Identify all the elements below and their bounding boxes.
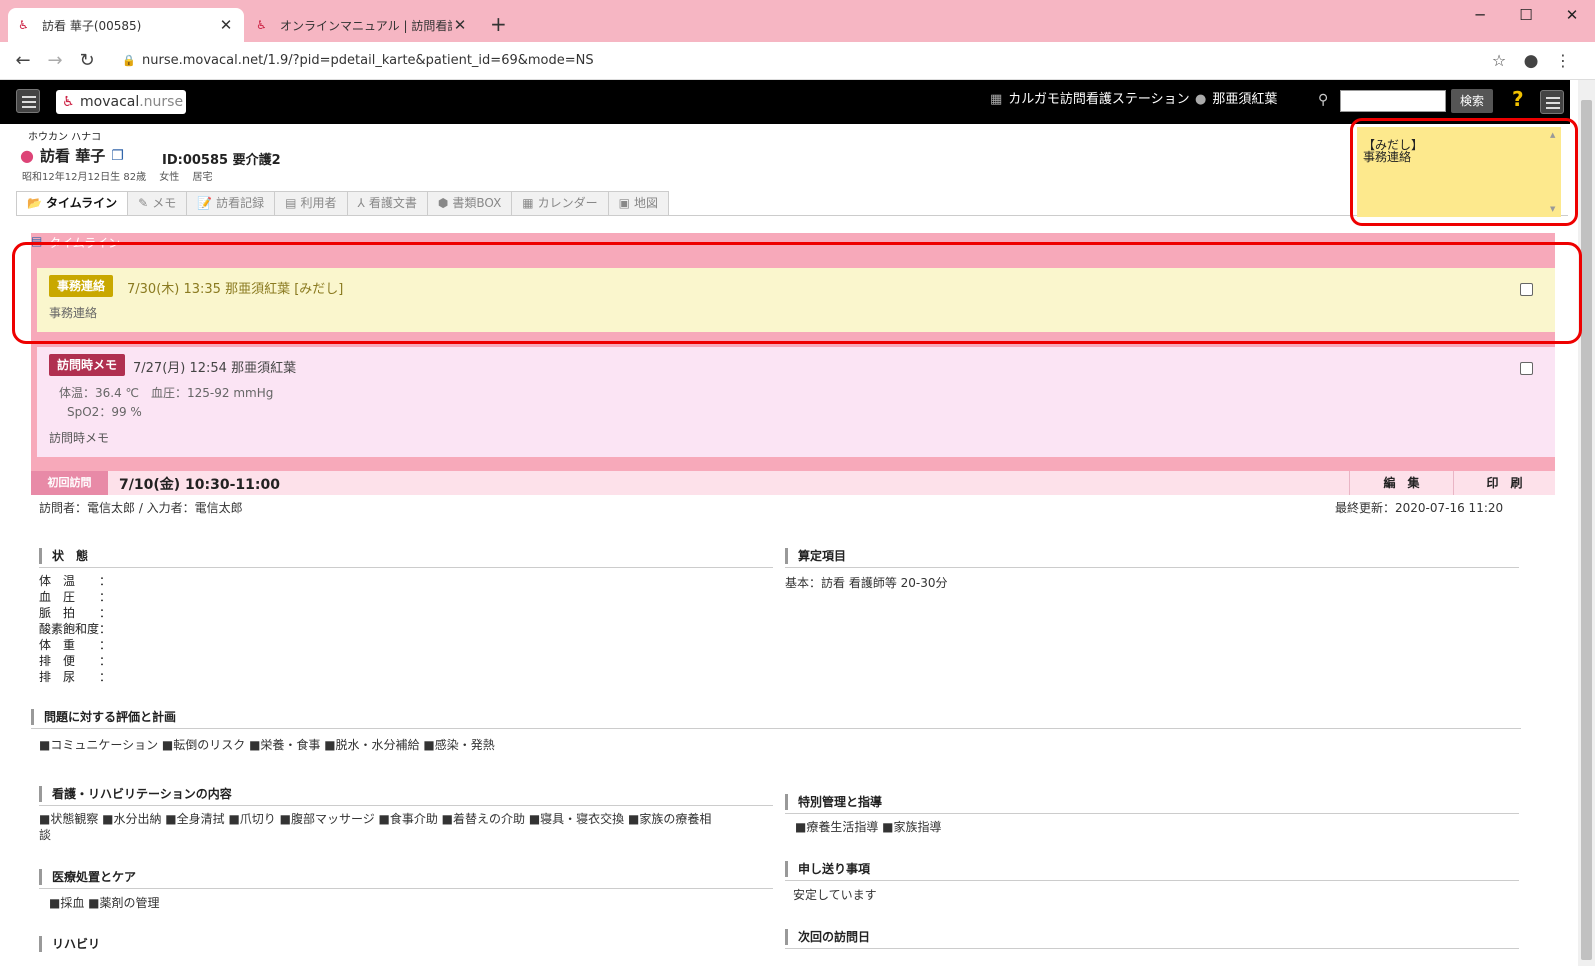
close-icon[interactable]: ✕ bbox=[218, 16, 234, 34]
address-bar-row: ← → ↻ 🔒 nurse.movacal.net/1.9/?pid=pdeta… bbox=[0, 42, 1595, 80]
card-checkbox[interactable] bbox=[1520, 362, 1533, 375]
favicon-icon: ♿ bbox=[256, 18, 267, 32]
app-logo[interactable]: ♿ movacal.nurse bbox=[56, 90, 186, 114]
building-icon: ▦ bbox=[990, 92, 1003, 107]
edit-button[interactable]: 編 集 bbox=[1349, 471, 1453, 495]
logo-icon: ♿ bbox=[62, 94, 75, 110]
help-icon[interactable]: ? bbox=[1512, 87, 1524, 111]
staff-name[interactable]: ● 那亜須紅葉 bbox=[1195, 80, 1277, 120]
browser-tab-manual[interactable]: ♿ オンラインマニュアル | 訪問看護対応 ✕ bbox=[246, 8, 478, 42]
reload-icon[interactable]: ↻ bbox=[76, 50, 98, 72]
lock-icon: 🔒 bbox=[122, 54, 136, 67]
tab-user[interactable]: ▤ 利用者 bbox=[274, 191, 348, 215]
main-menu-icon[interactable] bbox=[16, 89, 40, 113]
search-button[interactable]: 検索 bbox=[1451, 89, 1493, 113]
card-header: 7/27(月) 12:54 那亜須紅葉 bbox=[133, 361, 297, 376]
tab-divider bbox=[16, 215, 1568, 216]
tab-timeline[interactable]: 📂 タイムライン bbox=[16, 191, 129, 215]
app-header: ♿ movacal.nurse ▦ カルガモ訪問看護ステーション ● 那亜須紅葉 ⚲… bbox=[0, 80, 1570, 124]
tab-docs-box[interactable]: ⬢ 書類BOX bbox=[426, 191, 513, 215]
favicon-icon: ♿ bbox=[18, 18, 29, 32]
section-title-rehab: リハビリ bbox=[39, 936, 100, 952]
section-title-evaluation: 問題に対する評価と計画 bbox=[31, 709, 176, 725]
medical-value: ■採血 ■薬剤の管理 bbox=[49, 896, 160, 910]
patient-meta: 昭和12年12月12日生 82歳 女性 居宅 bbox=[22, 172, 213, 183]
browser-tab-patient[interactable]: ♿ 訪看 華子(00585) ✕ bbox=[8, 8, 244, 42]
last-updated: 最終更新：2020-07-16 11:20 bbox=[1335, 501, 1504, 515]
patient-icon: ● bbox=[20, 146, 34, 165]
care-value: ■状態観察 ■水分出納 ■全身清拭 ■爪切り ■腹部マッサージ ■食事介助 ■着… bbox=[39, 812, 712, 826]
section-title-status: 状 態 bbox=[39, 548, 88, 564]
tab-map[interactable]: ▣ 地図 bbox=[607, 191, 670, 215]
special-value: ■療養生活指導 ■家族指導 bbox=[795, 820, 942, 834]
pdf-icon: ⅄ bbox=[357, 196, 365, 210]
station-name[interactable]: ▦ カルガモ訪問看護ステーション bbox=[990, 80, 1190, 120]
section-title-next-visit: 次回の訪問日 bbox=[785, 929, 870, 945]
section-title-special: 特別管理と指導 bbox=[785, 794, 882, 810]
highlight-frame bbox=[1350, 118, 1578, 226]
vitals-line: 体温：36.4 ℃ 血圧：125-92 mmHg bbox=[59, 386, 274, 400]
patient-id: ID:00585 要介護2 bbox=[162, 153, 281, 168]
tab-calendar[interactable]: ▦ カレンダー bbox=[511, 191, 609, 215]
browser-tab-bar: ♿ 訪看 華子(00585) ✕ ♿ オンラインマニュアル | 訪問看護対応 ✕… bbox=[0, 0, 1595, 42]
user-icon: ● bbox=[1195, 92, 1207, 107]
care-value-cont: 談 bbox=[39, 828, 52, 842]
page-scrollbar[interactable] bbox=[1578, 80, 1595, 966]
close-window-button[interactable]: ✕ bbox=[1549, 0, 1595, 30]
search-icon: ⚲ bbox=[1318, 92, 1329, 108]
url-field[interactable]: 🔒 nurse.movacal.net/1.9/?pid=pdetail_kar… bbox=[114, 48, 1504, 74]
profile-icon[interactable]: ● bbox=[1520, 50, 1542, 72]
back-arrow-icon[interactable]: ← bbox=[12, 50, 34, 72]
print-button[interactable]: 印 刷 bbox=[1453, 471, 1555, 495]
handover-value: 安定しています bbox=[793, 888, 877, 902]
highlight-frame bbox=[12, 242, 1582, 344]
tab-visit-record[interactable]: 📝 訪看記録 bbox=[186, 191, 276, 215]
patient-name: ● 訪看 華子 ❐ bbox=[20, 146, 124, 165]
section-title-calc: 算定項目 bbox=[785, 548, 846, 564]
box-icon: ⬢ bbox=[437, 196, 449, 210]
section-title-handover: 申し送り事項 bbox=[785, 861, 870, 877]
forward-arrow-icon[interactable]: → bbox=[44, 50, 66, 72]
tab-memo[interactable]: ✎ メモ bbox=[127, 191, 188, 215]
record-tabs: 📂 タイムライン ✎ メモ 📝 訪看記録 ▤ 利用者 ⅄ 看護文書 ⬢ 書類BOX ▦ カレン… bbox=[16, 191, 670, 215]
star-icon[interactable]: ☆ bbox=[1488, 50, 1510, 72]
search-input[interactable] bbox=[1340, 90, 1446, 112]
note-icon: 📝 bbox=[197, 196, 213, 210]
close-icon[interactable]: ✕ bbox=[452, 16, 468, 34]
card-body: 訪問時メモ bbox=[49, 431, 110, 445]
map-icon: ▣ bbox=[618, 196, 630, 210]
patient-kana: ホウカン ハナコ bbox=[28, 132, 102, 143]
card-icon: ▤ bbox=[285, 196, 297, 210]
status-list: 体 温 ： 血 圧 ： 脈 拍 ： 酸素飽和度： 体 重 ： 排 便 ： 排 尿… bbox=[39, 574, 112, 684]
pencil-icon: ✎ bbox=[138, 196, 149, 210]
folder-icon: 📂 bbox=[27, 196, 42, 210]
section-title-medical: 医療処置とケア bbox=[39, 869, 136, 885]
minimize-button[interactable]: ─ bbox=[1457, 0, 1503, 30]
window-controls: ─ ☐ ✕ bbox=[1457, 0, 1595, 30]
calendar-icon: ▦ bbox=[522, 196, 534, 210]
maximize-button[interactable]: ☐ bbox=[1503, 0, 1549, 30]
visit-record: 初回訪問 7/10(金) 10:30-11:00 編 集 印 刷 訪問者：電信太… bbox=[31, 471, 1555, 966]
tab-nursing-docs[interactable]: ⅄ 看護文書 bbox=[346, 191, 428, 215]
browser-menu-icon[interactable]: ⋮ bbox=[1552, 50, 1574, 72]
timeline-card-visit-memo[interactable]: 訪問時メモ 7/27(月) 12:54 那亜須紅葉 体温：36.4 ℃ 血圧：1… bbox=[37, 347, 1555, 457]
section-title-care: 看護・リハビリテーションの内容 bbox=[39, 786, 232, 802]
side-menu-icon[interactable] bbox=[1540, 90, 1564, 114]
visit-header: 初回訪問 7/10(金) 10:30-11:00 編 集 印 刷 bbox=[31, 471, 1555, 495]
new-tab-button[interactable]: + bbox=[490, 12, 507, 36]
visit-badge: 初回訪問 bbox=[31, 471, 108, 495]
visit-date: 7/10(金) 10:30-11:00 bbox=[119, 477, 280, 493]
window-icon[interactable]: ❐ bbox=[111, 148, 124, 164]
vitals-line: SpO2：99 % bbox=[67, 405, 142, 419]
category-badge: 訪問時メモ bbox=[49, 354, 126, 376]
calc-value: 基本：訪看 看護師等 20-30分 bbox=[785, 576, 948, 590]
evaluation-value: ■コミュニケーション ■転倒のリスク ■栄養・食事 ■脱水・水分補給 ■感染・発… bbox=[39, 738, 495, 752]
visitor-info: 訪問者：電信太郎 / 入力者：電信太郎 bbox=[39, 501, 243, 515]
